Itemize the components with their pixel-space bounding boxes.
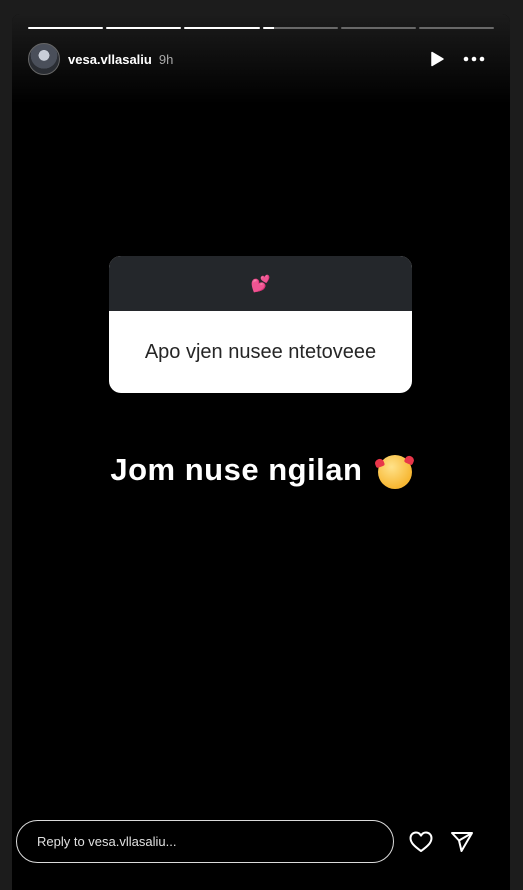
question-text: Apo vjen nusee ntetoveee: [144, 340, 377, 363]
play-icon: [431, 51, 444, 67]
story-viewer[interactable]: vesa.vllasaliu 9h 💕 Apo vjen nusee nteto…: [12, 14, 510, 890]
play-button[interactable]: [428, 50, 446, 68]
progress-segment: [340, 27, 416, 29]
like-button[interactable]: [409, 831, 433, 853]
answer-text: Jom nuse ngilan: [110, 452, 363, 487]
progress-bars: [28, 27, 495, 29]
smiling-face-with-hearts-icon: [377, 454, 412, 489]
story-header: vesa.vllasaliu 9h: [28, 43, 173, 75]
answer-text-block: Jom nuse ngilan: [12, 452, 510, 489]
more-icon: [463, 56, 485, 62]
progress-segment: [106, 27, 182, 29]
send-icon: [451, 832, 473, 852]
avatar[interactable]: [28, 43, 60, 75]
post-time: 9h: [158, 51, 174, 67]
question-sticker-header: 💕: [109, 256, 412, 311]
progress-segment: [418, 27, 495, 29]
progress-segment-current: [262, 27, 338, 29]
two-hearts-icon: 💕: [250, 275, 271, 293]
username[interactable]: vesa.vllasaliu: [68, 52, 152, 67]
heart-icon: [409, 831, 433, 852]
reply-field[interactable]: [16, 820, 394, 863]
progress-segment: [28, 27, 104, 29]
more-options-button[interactable]: [462, 50, 486, 68]
reply-input[interactable]: [17, 821, 393, 862]
question-sticker: 💕 Apo vjen nusee ntetoveee: [109, 256, 412, 393]
progress-segment: [184, 27, 260, 29]
send-button[interactable]: [450, 831, 474, 853]
